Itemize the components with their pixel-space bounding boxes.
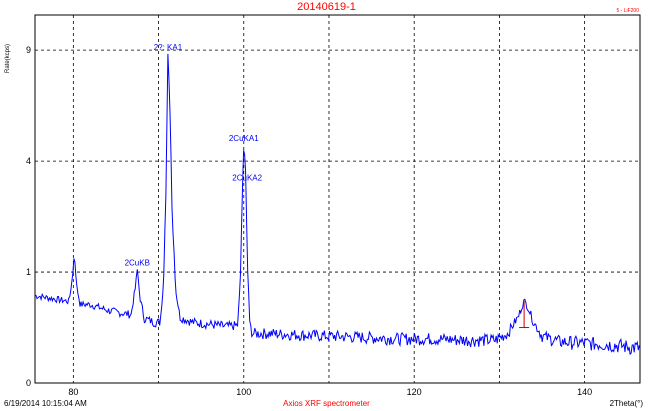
y-tick-label: 0 [26, 378, 31, 388]
instrument-name: Axios XRF spectrometer [283, 399, 370, 408]
spectrum-chart: 0 1 4 9 80 100 120 140 2CuKA1 2CuKA2 2CuKB 2?: KA1 [26, 14, 641, 397]
spectrum-line [34, 53, 640, 356]
x-axis-unit-label: 2Theta(°) [609, 399, 643, 408]
y-tick-label: 1 [26, 267, 31, 277]
y-tick-label: 9 [26, 45, 31, 55]
chart-title: 20140619-1 [297, 1, 356, 13]
peak-label: 2CuKA1 [229, 134, 259, 143]
peak-label: 2CuKB [125, 258, 150, 267]
y-tick-label: 4 [26, 156, 31, 166]
x-tick-label: 80 [68, 387, 78, 397]
x-tick-label: 120 [407, 387, 422, 397]
peak-label: 2CuKA2 [232, 174, 262, 183]
y-axis-label: Rate(kcps) [5, 43, 11, 73]
x-tick-label: 100 [236, 387, 251, 397]
x-tick-label: 140 [577, 387, 592, 397]
measurement-channel-label: 5 - LiF200 [616, 8, 639, 14]
peak-label: 2?: KA1 [154, 43, 183, 52]
plot-frame [34, 14, 641, 384]
